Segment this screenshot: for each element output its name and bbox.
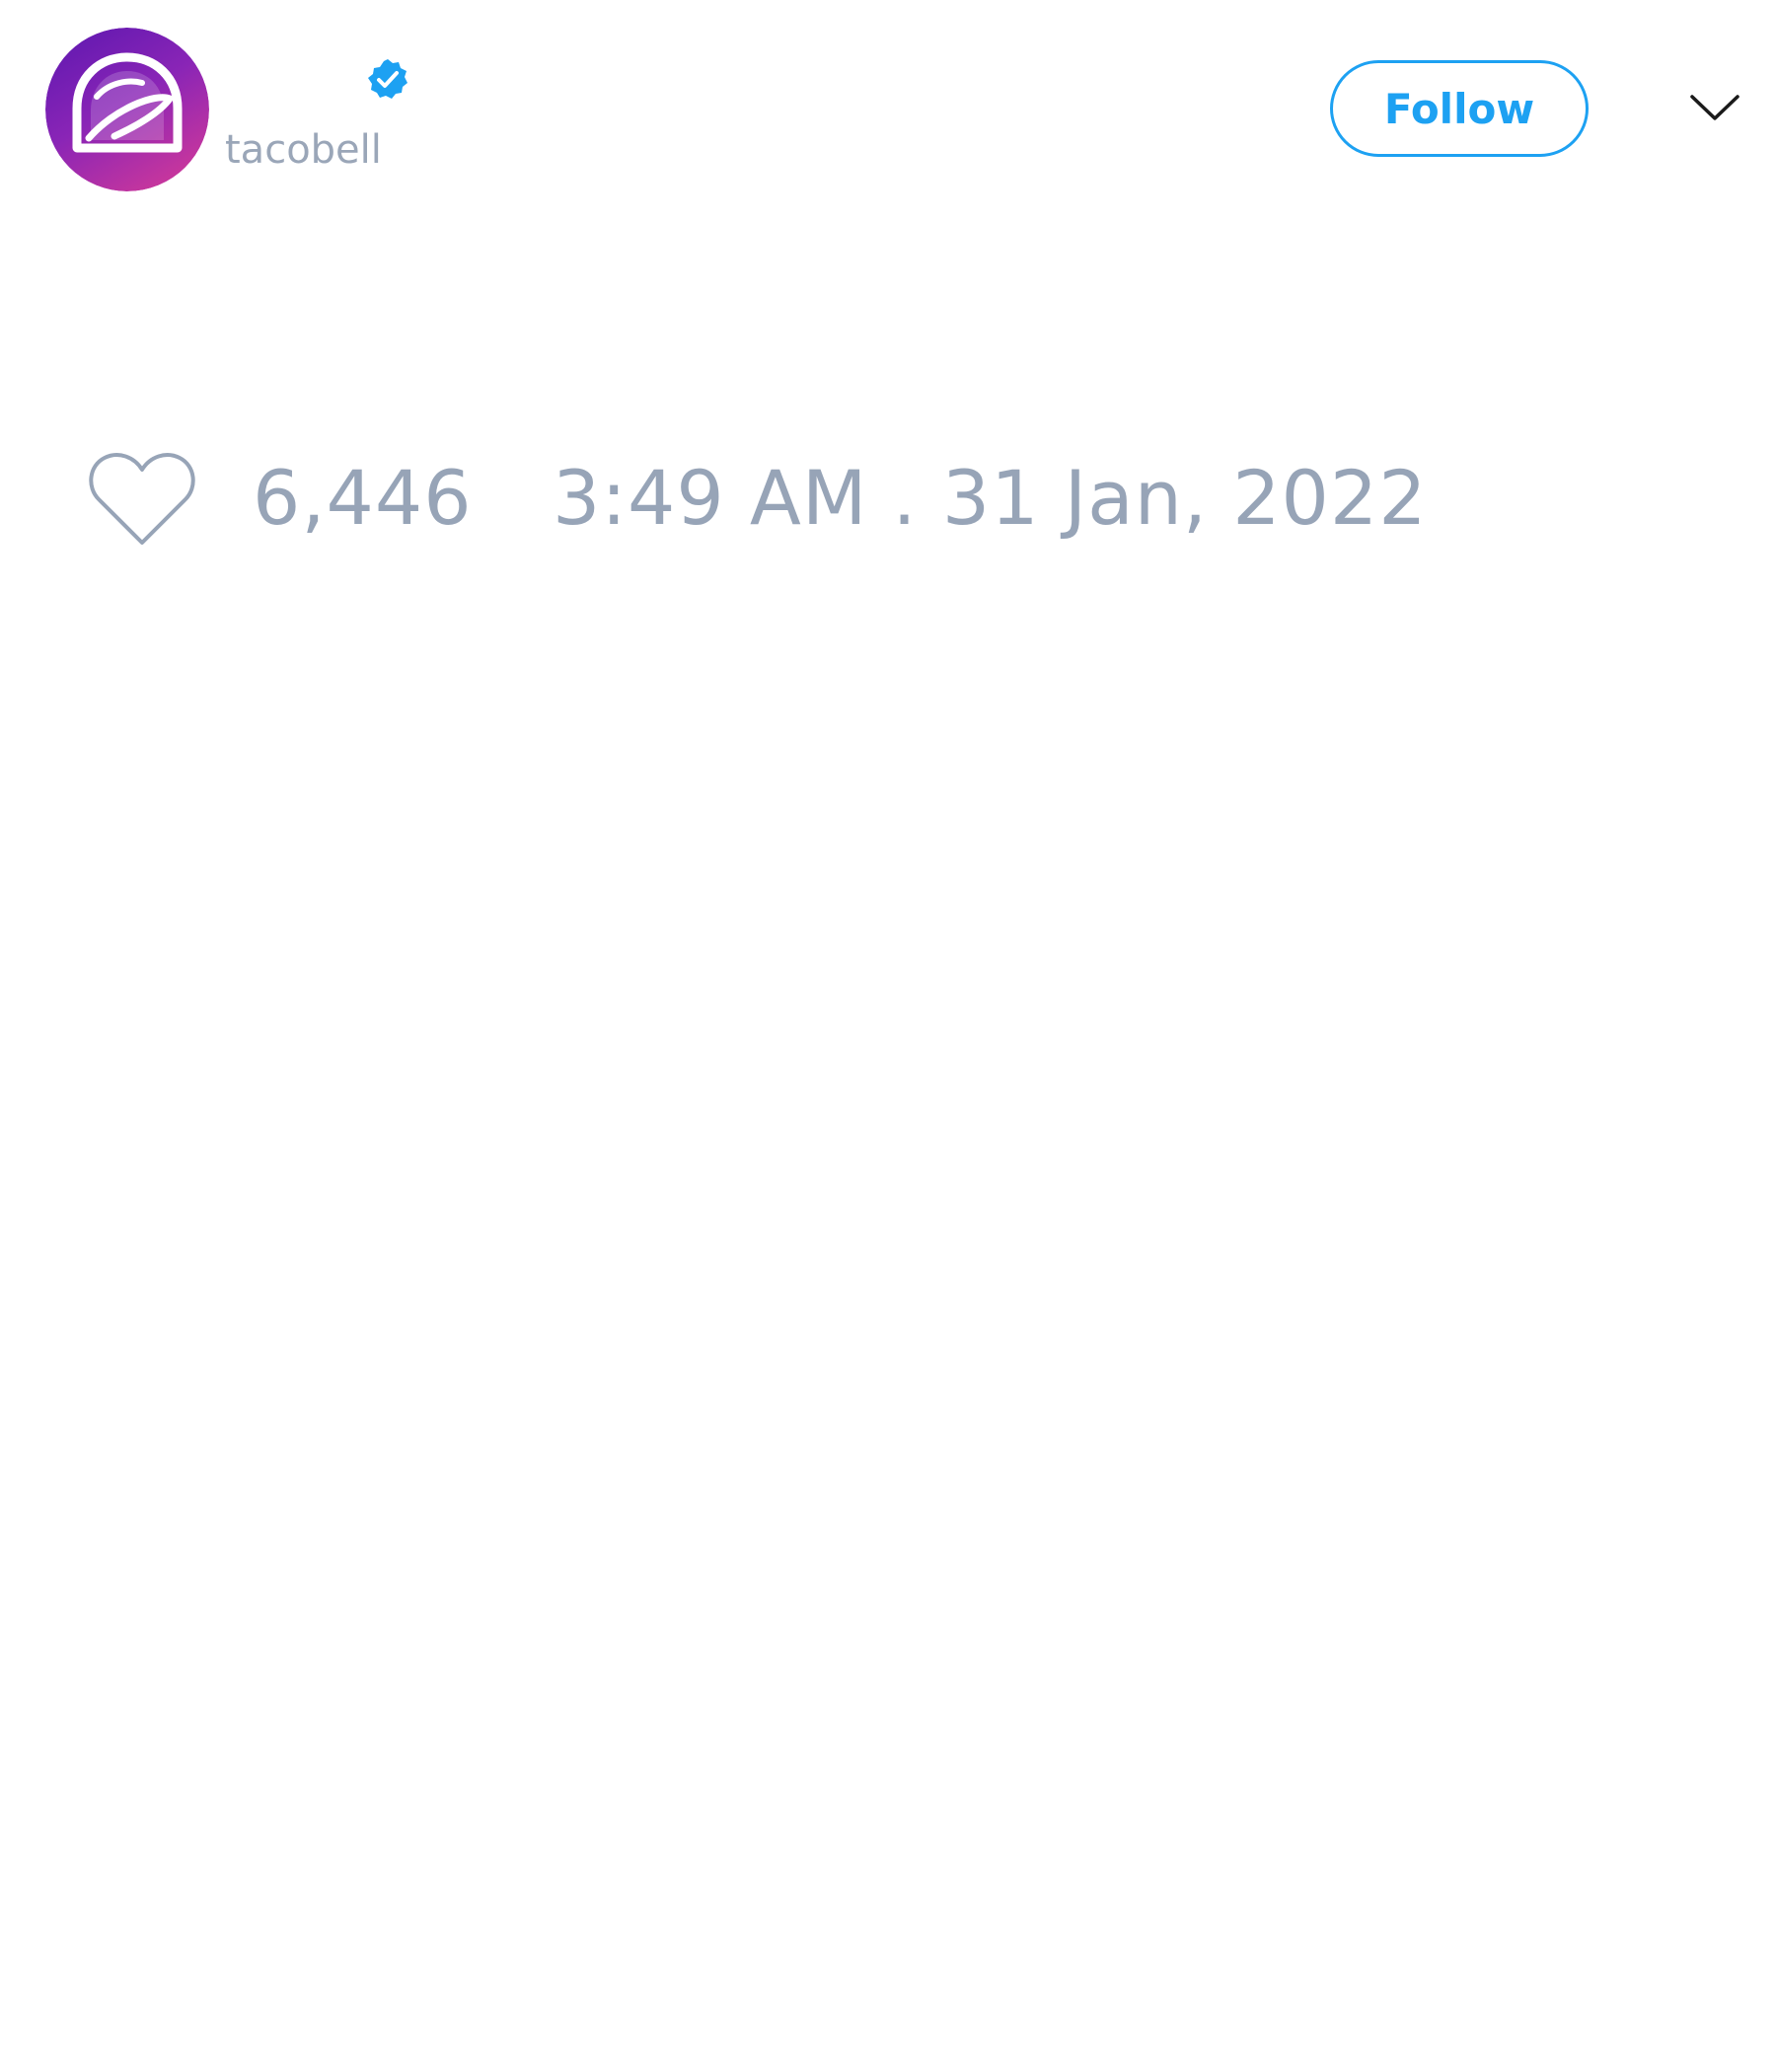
heart-icon[interactable] [87, 448, 197, 549]
chevron-down-icon[interactable] [1689, 91, 1740, 126]
like-count[interactable]: 6,446 [253, 454, 473, 543]
tweet-card: tacobell Follow 6,446 3:49 AM . 31 Jan, … [0, 0, 1776, 2072]
follow-button[interactable]: Follow [1330, 60, 1589, 157]
tweet-meta-row: 6,446 3:49 AM . 31 Jan, 2022 [0, 434, 1776, 553]
avatar[interactable] [45, 28, 209, 191]
handle[interactable]: tacobell [225, 128, 382, 172]
timestamp[interactable]: 3:49 AM . 31 Jan, 2022 [553, 454, 1428, 543]
verified-badge-icon [365, 57, 410, 103]
taco-bell-logo-icon [45, 28, 209, 191]
tweet-header: tacobell Follow [0, 0, 1776, 227]
